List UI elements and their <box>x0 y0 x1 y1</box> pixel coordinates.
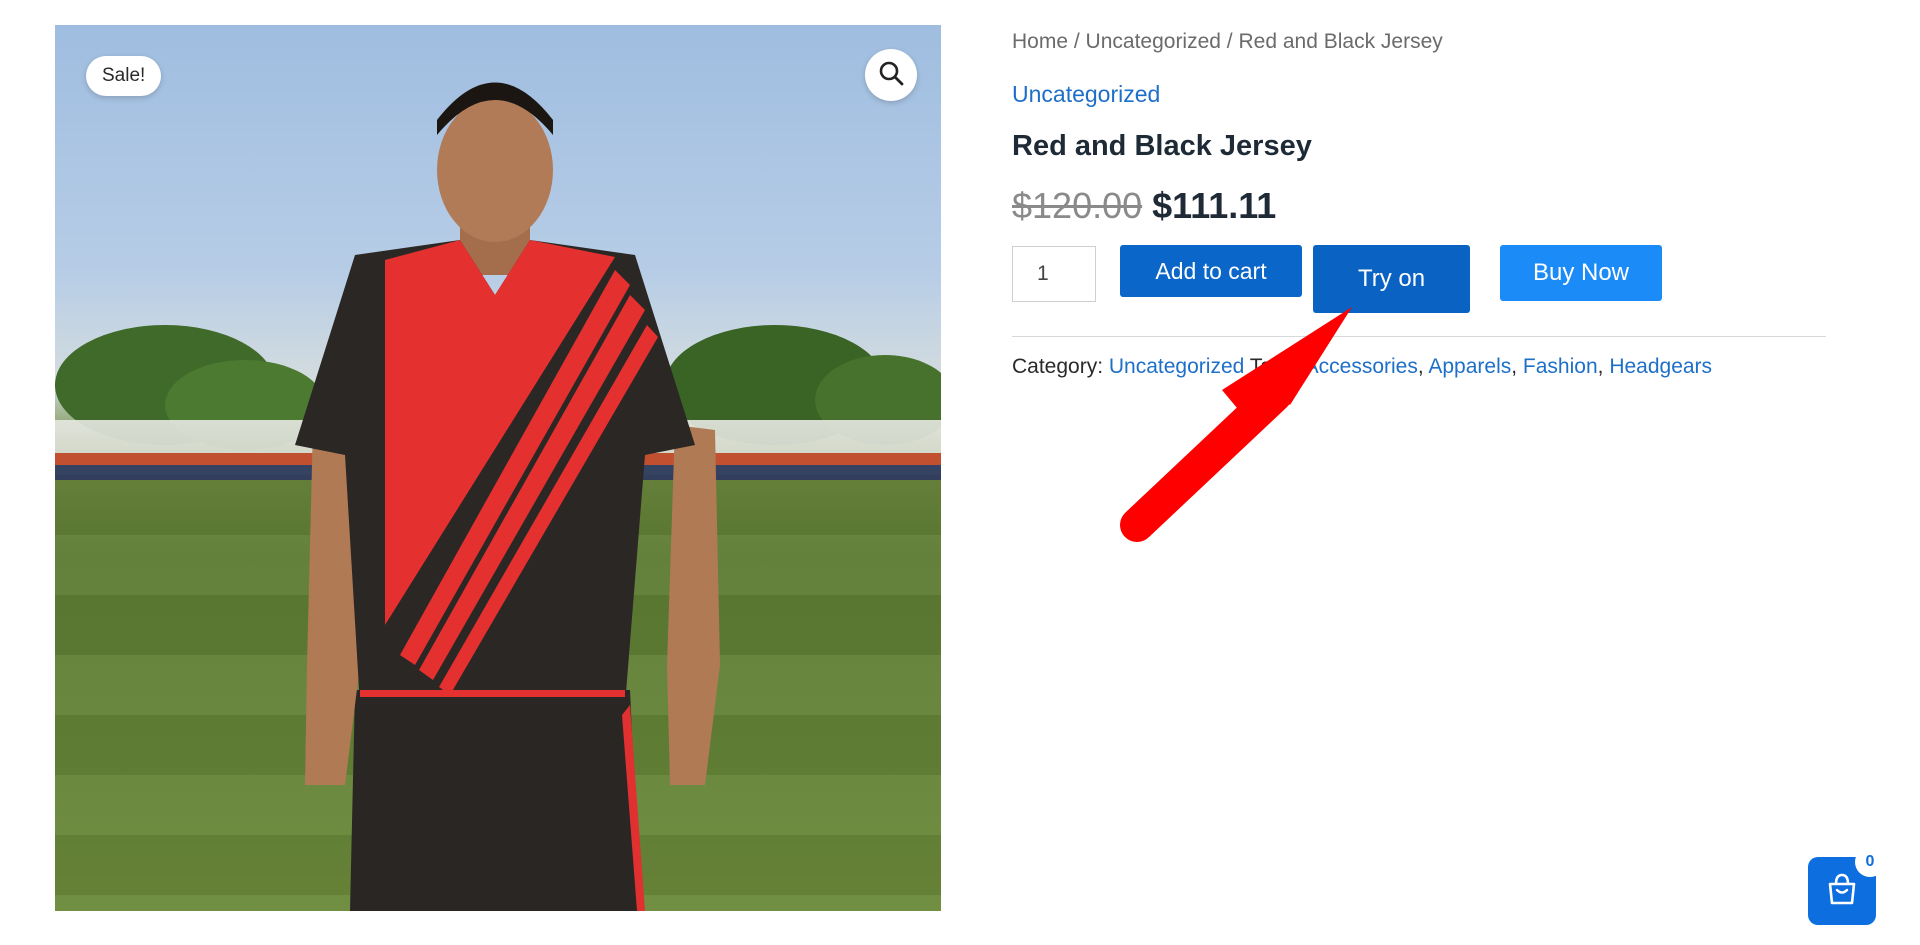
breadcrumb-category[interactable]: Uncategorized <box>1086 30 1221 53</box>
breadcrumb: Home / Uncategorized / Red and Black Jer… <box>1012 30 1443 54</box>
cart-count-badge: 0 <box>1855 847 1885 877</box>
tag-separator: , <box>1597 355 1610 378</box>
tag-link[interactable]: Apparels <box>1428 355 1511 378</box>
tags-label: Tags: <box>1244 355 1305 378</box>
category-link[interactable]: Uncategorized <box>1012 81 1160 108</box>
tag-separator: , <box>1511 355 1523 378</box>
quantity-input[interactable] <box>1012 246 1096 302</box>
zoom-button[interactable] <box>865 49 917 101</box>
try-on-button[interactable]: Try on <box>1313 245 1470 313</box>
product-price: $120.00 $111.11 <box>1012 185 1276 227</box>
breadcrumb-home[interactable]: Home <box>1012 30 1068 53</box>
sale-badge: Sale! <box>86 56 162 96</box>
divider <box>1012 336 1826 337</box>
annotation-arrow-icon <box>1120 307 1352 542</box>
buy-now-button[interactable]: Buy Now <box>1500 245 1662 301</box>
player-in-jersey <box>295 82 720 911</box>
breadcrumb-current: Red and Black Jersey <box>1238 30 1443 53</box>
sale-price: $111.11 <box>1152 185 1277 226</box>
tag-link[interactable]: Fashion <box>1523 355 1598 378</box>
product-meta: Category: Uncategorized Tags: Accessorie… <box>1012 355 1712 379</box>
breadcrumb-separator: / <box>1220 30 1239 53</box>
product-image[interactable]: Sale! <box>55 25 941 911</box>
tag-link[interactable]: Headgears <box>1609 355 1712 378</box>
tag-link[interactable]: Accessories <box>1305 355 1418 378</box>
shopping-bag-icon <box>1822 869 1862 914</box>
search-icon <box>878 60 904 91</box>
meta-category-link[interactable]: Uncategorized <box>1109 355 1244 378</box>
category-label: Category: <box>1012 355 1109 378</box>
product-title: Red and Black Jersey <box>1012 130 1312 162</box>
add-to-cart-button[interactable]: Add to cart <box>1120 245 1302 297</box>
original-price: $120.00 <box>1012 185 1143 226</box>
breadcrumb-separator: / <box>1068 30 1086 53</box>
tag-separator: , <box>1417 355 1429 378</box>
